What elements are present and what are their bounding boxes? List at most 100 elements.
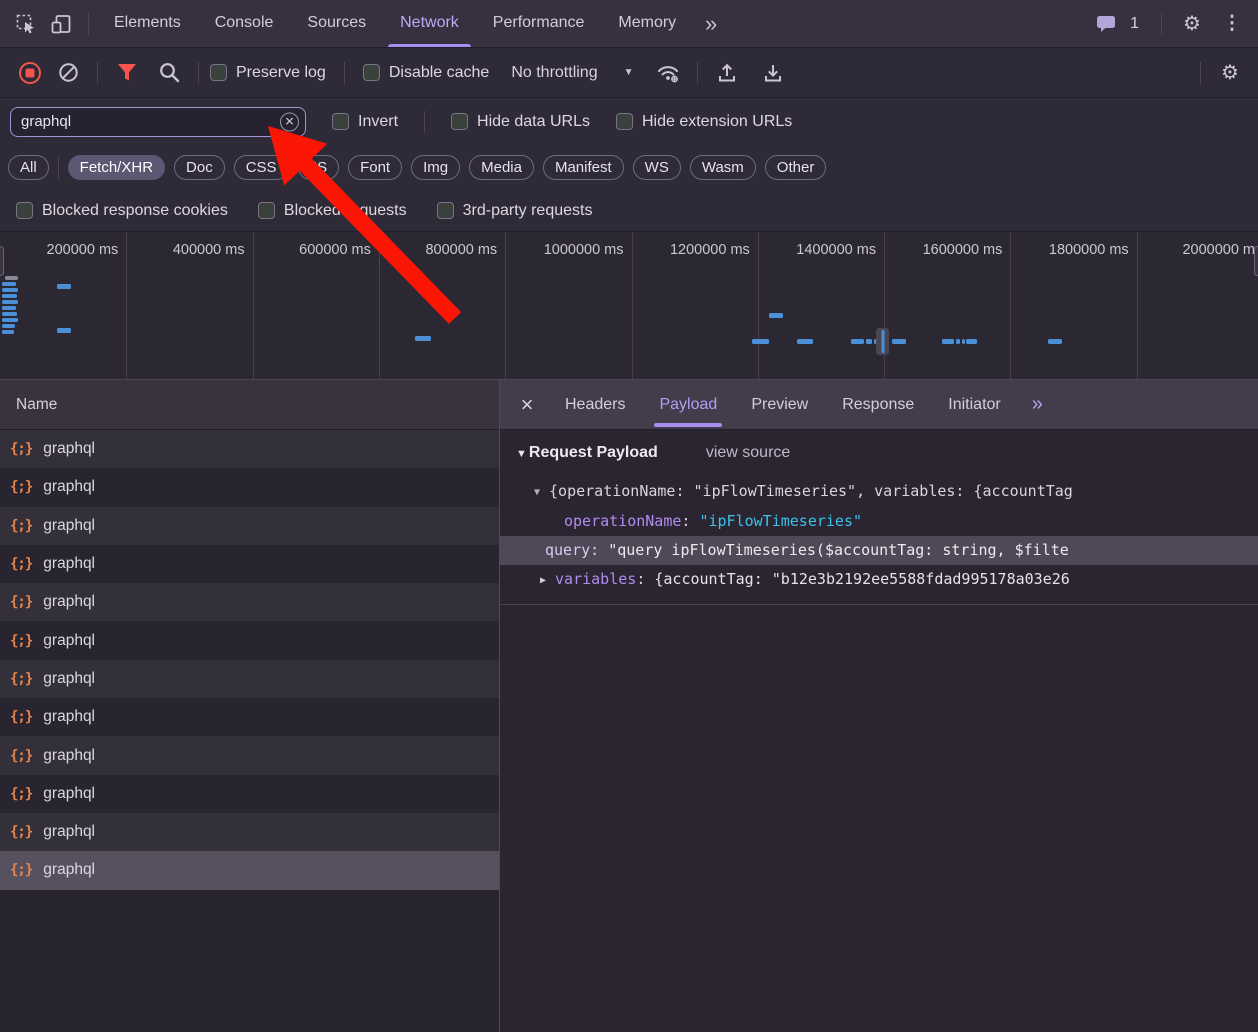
tab-sources[interactable]: Sources <box>290 0 383 47</box>
details-tab-response[interactable]: Response <box>825 380 931 430</box>
request-row[interactable]: {;} graphql <box>0 736 499 775</box>
details-tabs: Headers Payload Preview Response Initiator <box>548 380 1018 430</box>
checkbox-box[interactable] <box>257 202 275 219</box>
filter-input-wrap: ✕ <box>10 106 306 137</box>
checkbox-box[interactable] <box>16 202 33 219</box>
preserve-log-checkbox-box[interactable] <box>210 64 227 81</box>
kebab-menu-icon[interactable]: ⋮ <box>1214 7 1250 41</box>
tab-performance[interactable]: Performance <box>476 0 602 47</box>
tree-expand-icon[interactable]: ▶ <box>540 566 546 595</box>
request-payload-header: ▼ Request Payload view source <box>516 444 1258 462</box>
waterfall-bar <box>2 300 18 304</box>
more-details-tabs-icon[interactable]: » <box>1032 393 1043 416</box>
json-string-value: "query ipFlowTimeseries($accountTag: str… <box>608 541 1069 559</box>
query-line-selected[interactable]: query: "query ipFlowTimeseries($accountT… <box>500 536 1258 565</box>
hide-data-urls-checkbox-box[interactable] <box>451 113 469 130</box>
clear-filter-icon[interactable]: ✕ <box>280 112 299 131</box>
toolbar-divider <box>1161 12 1162 35</box>
search-icon[interactable] <box>151 56 187 90</box>
request-name: graphql <box>43 784 96 802</box>
network-settings-gear-icon[interactable]: ⚙ <box>1212 56 1248 90</box>
details-tab-initiator[interactable]: Initiator <box>931 380 1017 430</box>
details-tab-preview[interactable]: Preview <box>734 380 825 430</box>
collapse-triangle-icon[interactable]: ▼ <box>516 448 527 460</box>
chip-other[interactable]: Other <box>764 155 827 180</box>
waterfall-bar <box>752 339 769 344</box>
request-name: graphql <box>43 555 96 573</box>
invert-checkbox-box[interactable] <box>332 113 349 130</box>
request-row[interactable]: {;} graphql <box>0 506 499 545</box>
waterfall-bar <box>956 339 960 344</box>
chip-font[interactable]: Font <box>348 155 403 180</box>
checkbox-box[interactable] <box>436 202 454 219</box>
filter-input[interactable] <box>10 106 306 137</box>
import-har-icon[interactable] <box>755 56 791 90</box>
device-toolbar-icon[interactable] <box>44 7 80 41</box>
chip-wasm[interactable]: Wasm <box>689 155 756 180</box>
settings-gear-icon[interactable]: ⚙ <box>1174 7 1210 41</box>
network-conditions-icon[interactable] <box>650 56 686 90</box>
blocked-response-cookies-checkbox[interactable]: Blocked response cookies <box>16 202 228 220</box>
request-row[interactable]: {;} graphql <box>0 698 499 736</box>
json-key: variables <box>555 570 637 588</box>
chip-css[interactable]: CSS <box>233 155 289 180</box>
chip-manifest[interactable]: Manifest <box>542 155 624 180</box>
network-overview-timeline[interactable]: 200000 ms 400000 ms 600000 ms 800000 ms 1000… <box>0 232 1258 380</box>
chip-all[interactable]: All <box>8 155 49 180</box>
disable-cache-checkbox[interactable]: Disable cache <box>362 64 489 82</box>
issues-count[interactable]: 1 <box>1130 15 1139 33</box>
waterfall-bar <box>797 339 813 344</box>
variables-line[interactable]: ▶ variables: {accountTag: "b12e3b2192ee55… <box>500 565 1258 595</box>
name-column-header[interactable]: Name <box>0 380 499 430</box>
request-row[interactable]: {;} graphql <box>0 430 499 469</box>
export-har-icon[interactable] <box>709 56 745 90</box>
request-row[interactable]: {;} graphql <box>0 621 499 659</box>
tab-console[interactable]: Console <box>198 0 291 47</box>
view-source-link[interactable]: view source <box>706 444 790 462</box>
chip-media[interactable]: Media <box>469 155 534 180</box>
operation-name-line[interactable]: operationName: "ipFlowTimeseries" <box>500 507 1258 536</box>
issues-message-icon[interactable] <box>1088 7 1124 41</box>
preserve-log-checkbox[interactable]: Preserve log <box>210 64 326 82</box>
filter-funnel-icon[interactable] <box>109 56 145 90</box>
details-tab-headers[interactable]: Headers <box>548 380 642 430</box>
more-panels-icon[interactable]: » <box>693 7 729 41</box>
request-row[interactable]: {;} graphql <box>0 545 499 583</box>
chip-fetch-xhr[interactable]: Fetch/XHR <box>67 155 166 180</box>
request-name: graphql <box>43 708 96 726</box>
tab-elements[interactable]: Elements <box>97 0 198 47</box>
waterfall-bar <box>2 294 17 298</box>
tree-expand-icon[interactable]: ▼ <box>534 478 540 507</box>
chip-js[interactable]: JS <box>297 155 340 180</box>
invert-checkbox[interactable]: Invert <box>332 113 398 131</box>
toolbar-divider <box>424 110 426 133</box>
throttling-dropdown[interactable]: No throttling ▼ <box>511 64 633 82</box>
details-tabstrip: × Headers Payload Preview Response Initiator… <box>500 380 1258 430</box>
disable-cache-checkbox-box[interactable] <box>362 64 380 81</box>
tab-network[interactable]: Network <box>383 0 476 47</box>
blocked-requests-checkbox[interactable]: Blocked requests <box>257 202 407 220</box>
timeline-tick-label: 1400000 ms <box>796 242 877 258</box>
json-request-icon: {;} <box>10 517 33 534</box>
payload-preview-line[interactable]: ▼ {operationName: "ipFlowTimeseries", var… <box>500 477 1258 507</box>
tab-memory[interactable]: Memory <box>601 0 693 47</box>
details-tab-payload[interactable]: Payload <box>642 380 734 430</box>
request-row[interactable]: {;} graphql <box>0 468 499 506</box>
hide-data-urls-checkbox[interactable]: Hide data URLs <box>451 113 590 131</box>
chip-img[interactable]: Img <box>411 155 461 180</box>
3rd-party-requests-checkbox[interactable]: 3rd-party requests <box>436 202 592 220</box>
hide-extension-urls-checkbox-box[interactable] <box>615 113 633 130</box>
request-row[interactable]: {;} graphql <box>0 659 499 699</box>
record-network-log-button[interactable] <box>19 61 41 84</box>
inspect-element-icon[interactable] <box>8 7 44 41</box>
chip-doc[interactable]: Doc <box>174 155 225 180</box>
close-details-icon[interactable]: × <box>506 380 548 430</box>
preserve-log-label: Preserve log <box>236 63 326 81</box>
request-row[interactable]: {;} graphql <box>0 583 499 622</box>
chip-ws[interactable]: WS <box>632 155 681 180</box>
request-row[interactable]: {;} graphql <box>0 812 499 852</box>
hide-extension-urls-checkbox[interactable]: Hide extension URLs <box>615 113 792 131</box>
request-row[interactable]: {;} graphql <box>0 851 499 890</box>
request-row[interactable]: {;} graphql <box>0 775 499 813</box>
clear-network-log-icon[interactable] <box>50 56 86 90</box>
